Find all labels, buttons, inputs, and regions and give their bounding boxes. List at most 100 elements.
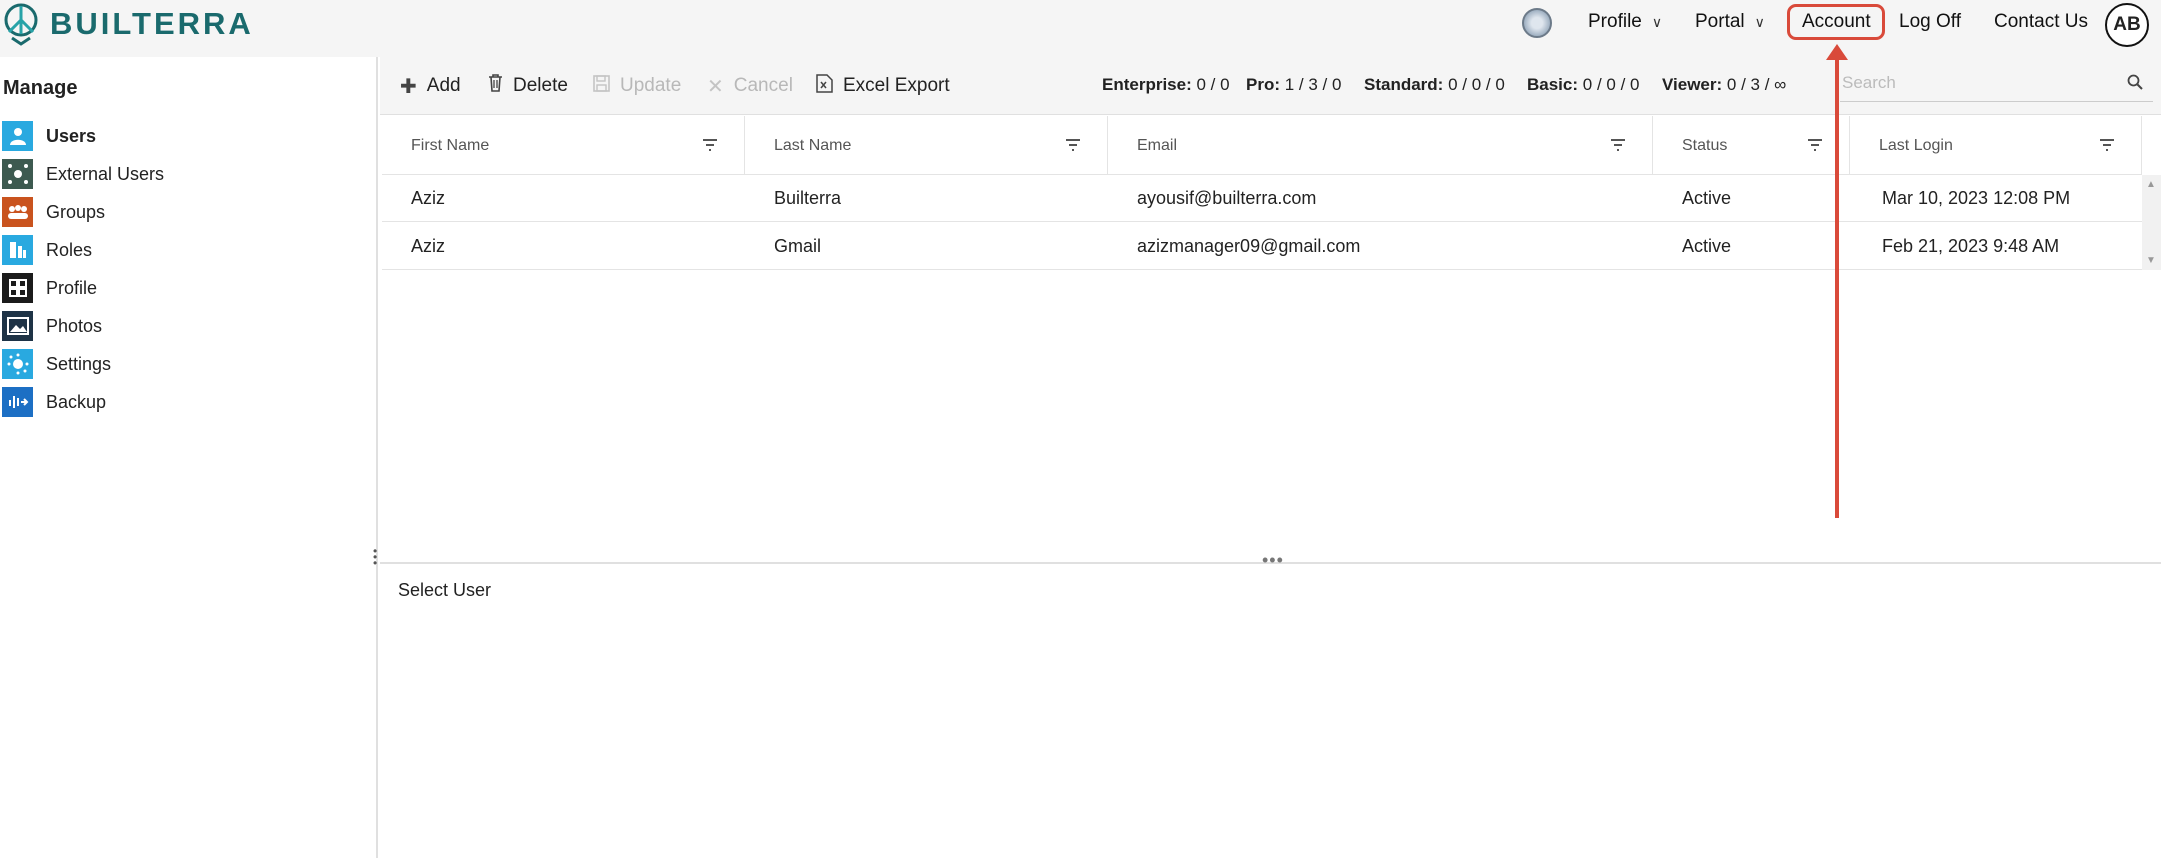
filter-icon[interactable] <box>702 139 718 151</box>
sidebar-item-roles[interactable]: Roles <box>2 234 92 266</box>
nav-contact-us[interactable]: Contact Us <box>1994 0 2088 44</box>
sidebar-item-label: Users <box>46 125 97 146</box>
cell-last-login: Feb 21, 2023 9:48 AM <box>1882 236 2060 256</box>
filter-icon[interactable] <box>2099 139 2115 151</box>
cell-email: azizmanager09@gmail.com <box>1137 236 1361 256</box>
builterra-logo[interactable]: BUILTERRA <box>0 2 254 46</box>
avatar-initials: AB <box>2113 14 2141 35</box>
table-row[interactable]: Aziz Builterra ayousif@builterra.com Act… <box>382 175 2142 222</box>
add-button[interactable]: ✚ Add <box>400 72 461 100</box>
sidebar-title: Manage <box>3 77 78 99</box>
update-label: Update <box>620 75 682 96</box>
builterra-logo-icon <box>4 3 38 46</box>
nav-profile-label: Profile <box>1588 11 1642 32</box>
profile-grid-icon <box>2 273 33 303</box>
sidebar-item-label: Backup <box>46 391 107 412</box>
search-input[interactable] <box>1840 66 2110 100</box>
cell-status: Active <box>1682 236 1732 256</box>
cancel-label: Cancel <box>733 75 793 96</box>
excel-export-label: Excel Export <box>843 75 950 96</box>
sidebar-item-users[interactable]: Users <box>2 120 96 152</box>
license-name: Standard: <box>1364 75 1444 94</box>
license-pro: Pro: 1 / 3 / 0 <box>1246 75 1341 95</box>
cell-last-name: Gmail <box>774 236 822 256</box>
annotation-arrow-line <box>1835 58 1839 518</box>
settings-icon <box>2 349 33 379</box>
cell-email: ayousif@builterra.com <box>1137 188 1317 208</box>
add-label: Add <box>426 75 461 96</box>
filter-icon[interactable] <box>1807 139 1823 151</box>
delete-label: Delete <box>513 75 568 96</box>
license-name: Enterprise: <box>1102 75 1192 94</box>
sidebar-resize-handle-icon[interactable]: • • • <box>373 545 379 569</box>
cell-last-login: Mar 10, 2023 12:08 PM <box>1882 188 2071 208</box>
license-value: 0 / 0 <box>1196 75 1230 94</box>
license-basic: Basic: 0 / 0 / 0 <box>1527 75 1639 95</box>
sidebar-item-groups[interactable]: Groups <box>2 196 105 228</box>
sidebar-item-backup[interactable]: Backup <box>2 386 106 418</box>
cell-status: Active <box>1682 188 1732 208</box>
column-label: Email <box>1137 136 1178 154</box>
main-panel: ✚ Add Delete Update ✕ Cancel Excel Expor… <box>380 57 2161 858</box>
delete-button[interactable]: Delete <box>488 72 568 100</box>
scroll-down-icon[interactable]: ▼ <box>2146 255 2156 266</box>
cell-first-name: Aziz <box>411 188 446 208</box>
grid-header: First Name Last Name Email Status Last L… <box>382 116 2142 175</box>
cell-last-name: Builterra <box>774 188 842 208</box>
filter-icon[interactable] <box>1065 139 1081 151</box>
sidebar: Manage Users External Users Groups Roles… <box>0 57 378 858</box>
table-row[interactable]: Aziz Gmail azizmanager09@gmail.com Activ… <box>382 223 2142 270</box>
column-header-status[interactable]: Status <box>1653 116 1850 175</box>
grid-scrollbar[interactable]: ▲ ▼ <box>2142 175 2161 270</box>
column-label: Last Name <box>774 136 852 154</box>
column-header-email[interactable]: Email <box>1108 116 1653 175</box>
sidebar-item-photos[interactable]: Photos <box>2 310 102 342</box>
license-value: 0 / 0 / 0 <box>1582 75 1640 94</box>
chevron-down-icon: ∨ <box>1754 13 1765 30</box>
sidebar-item-settings[interactable]: Settings <box>2 348 111 380</box>
column-label: Last Login <box>1879 136 1953 154</box>
trash-icon <box>488 74 503 98</box>
search-box <box>1840 66 2153 102</box>
column-header-last-login[interactable]: Last Login <box>1850 116 2142 175</box>
groups-icon <box>2 197 33 227</box>
cell-first-name: Aziz <box>411 236 446 256</box>
sidebar-item-profile[interactable]: Profile <box>2 272 97 304</box>
detail-placeholder: Select User <box>398 580 492 600</box>
license-name: Basic: <box>1527 75 1579 94</box>
toolbar: ✚ Add Delete Update ✕ Cancel Excel Expor… <box>380 57 2161 115</box>
license-name: Pro: <box>1246 75 1280 94</box>
license-viewer: Viewer: 0 / 3 / ∞ <box>1662 75 1786 95</box>
license-value: 1 / 3 / 0 <box>1284 75 1342 94</box>
plus-icon: ✚ <box>400 75 417 98</box>
column-header-last-name[interactable]: Last Name <box>745 116 1108 175</box>
license-value: 0 / 3 / ∞ <box>1726 75 1787 94</box>
sidebar-item-external-users[interactable]: External Users <box>2 158 164 190</box>
chevron-down-icon: ∨ <box>1651 13 1663 30</box>
nav-profile[interactable]: Profile ∨ <box>1588 0 1662 44</box>
nav-contact-us-label: Contact Us <box>1994 11 2088 32</box>
license-standard: Standard: 0 / 0 / 0 <box>1364 75 1505 95</box>
column-header-first-name[interactable]: First Name <box>382 116 745 175</box>
close-icon: ✕ <box>707 75 724 98</box>
sidebar-item-label: Roles <box>46 239 93 260</box>
language-globe-icon[interactable] <box>1522 8 1552 38</box>
nav-log-off-label: Log Off <box>1899 11 1961 32</box>
license-name: Viewer: <box>1662 75 1723 94</box>
cancel-button[interactable]: ✕ Cancel <box>707 72 793 100</box>
sidebar-item-label: Profile <box>46 277 98 298</box>
column-label: Status <box>1682 136 1728 154</box>
filter-icon[interactable] <box>1610 139 1626 151</box>
excel-export-button[interactable]: Excel Export <box>816 72 950 100</box>
splitter-handle-icon[interactable]: ••• <box>1262 550 1284 571</box>
scroll-up-icon[interactable]: ▲ <box>2146 179 2156 190</box>
user-icon <box>2 121 33 151</box>
photos-icon <box>2 311 33 341</box>
avatar[interactable]: AB <box>2105 3 2149 47</box>
nav-portal[interactable]: Portal ∨ <box>1695 0 1765 44</box>
update-button[interactable]: Update <box>593 72 681 100</box>
brand-name: BUILTERRA <box>50 6 254 41</box>
annotation-arrow-head <box>1826 44 1848 60</box>
search-icon[interactable] <box>2127 74 2143 90</box>
nav-log-off[interactable]: Log Off <box>1899 0 1961 44</box>
